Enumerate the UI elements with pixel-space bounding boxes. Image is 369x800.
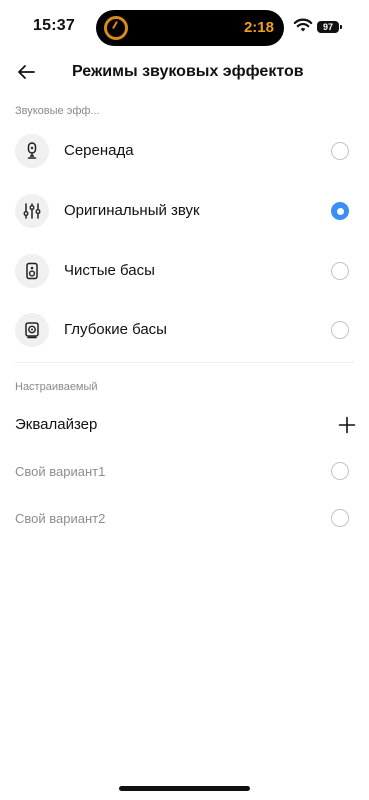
effect-row-clear-bass[interactable]: Чистые басы [0,246,369,296]
effect-radio-selected[interactable] [331,202,349,220]
status-time: 15:37 [33,17,75,34]
subwoofer-icon [15,313,49,347]
section-divider [15,362,354,363]
custom-preset-row[interactable]: Свой вариант1 [0,450,369,494]
section-label-effects: Звуковые эфф... [15,105,100,117]
speaker-icon [15,254,49,288]
plus-icon[interactable] [338,416,356,434]
custom-preset-label: Свой вариант2 [15,511,106,526]
sliders-icon [15,194,49,228]
effect-radio[interactable] [331,321,349,339]
effect-label: Глубокие басы [64,321,167,338]
effect-radio[interactable] [331,142,349,160]
home-indicator[interactable] [119,786,250,791]
effect-label: Оригинальный звук [64,202,200,219]
island-timer: 2:18 [243,19,274,36]
status-bar: 15:37 2:18 97 [0,0,369,54]
effect-label: Серенада [64,142,134,159]
custom-preset-row[interactable]: Свой вариант2 [0,497,369,541]
effect-row-deep-bass[interactable]: Глубокие басы [0,305,369,355]
battery-indicator: 97 [317,21,342,33]
timer-ring-icon [104,16,128,40]
custom-preset-radio[interactable] [331,509,349,527]
section-label-custom: Настраиваемый [15,381,98,393]
effect-row-serenade[interactable]: Серенада [0,126,369,176]
back-arrow-icon[interactable] [14,60,38,84]
equalizer-label[interactable]: Эквалайзер [15,416,97,433]
wifi-icon [293,18,313,32]
custom-preset-radio[interactable] [331,462,349,480]
effect-row-original[interactable]: Оригинальный звук [0,186,369,236]
page-title: Режимы звуковых эффектов [72,63,304,80]
header: Режимы звуковых эффектов [0,54,369,90]
effect-label: Чистые басы [64,262,155,279]
custom-preset-label: Свой вариант1 [15,464,106,479]
dynamic-island[interactable]: 2:18 [96,10,284,46]
microphone-icon [15,134,49,168]
effect-radio[interactable] [331,262,349,280]
